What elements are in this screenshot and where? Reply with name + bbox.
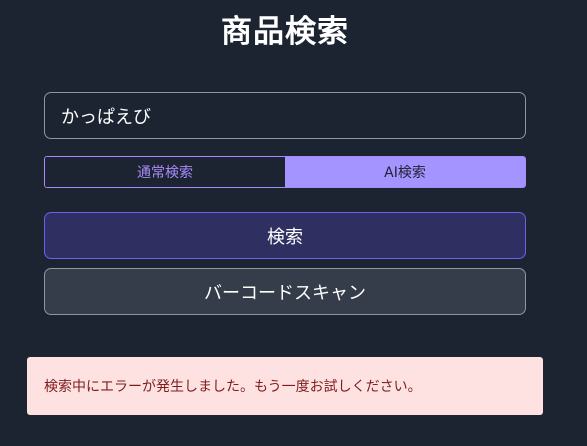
search-button[interactable]: 検索 — [44, 212, 526, 259]
barcode-scan-button-label: バーコードスキャン — [204, 282, 366, 304]
tab-normal-search[interactable]: 通常検索 — [45, 157, 285, 187]
page-title: 商品検索 — [221, 14, 349, 50]
product-search-page: 商品検索 通常検索 AI検索 検索 バーコードスキャン 検索中にエラーが発生しま… — [0, 0, 587, 446]
barcode-scan-button[interactable]: バーコードスキャン — [44, 268, 526, 315]
search-input[interactable] — [44, 92, 526, 139]
tab-ai-search[interactable]: AI検索 — [285, 157, 525, 187]
error-message-box: 検索中にエラーが発生しました。もう一度お試しください。 — [27, 357, 543, 415]
error-message-text: 検索中にエラーが発生しました。もう一度お試しください。 — [44, 379, 422, 395]
search-button-label: 検索 — [267, 226, 303, 248]
search-mode-toggle: 通常検索 AI検索 — [44, 156, 526, 188]
